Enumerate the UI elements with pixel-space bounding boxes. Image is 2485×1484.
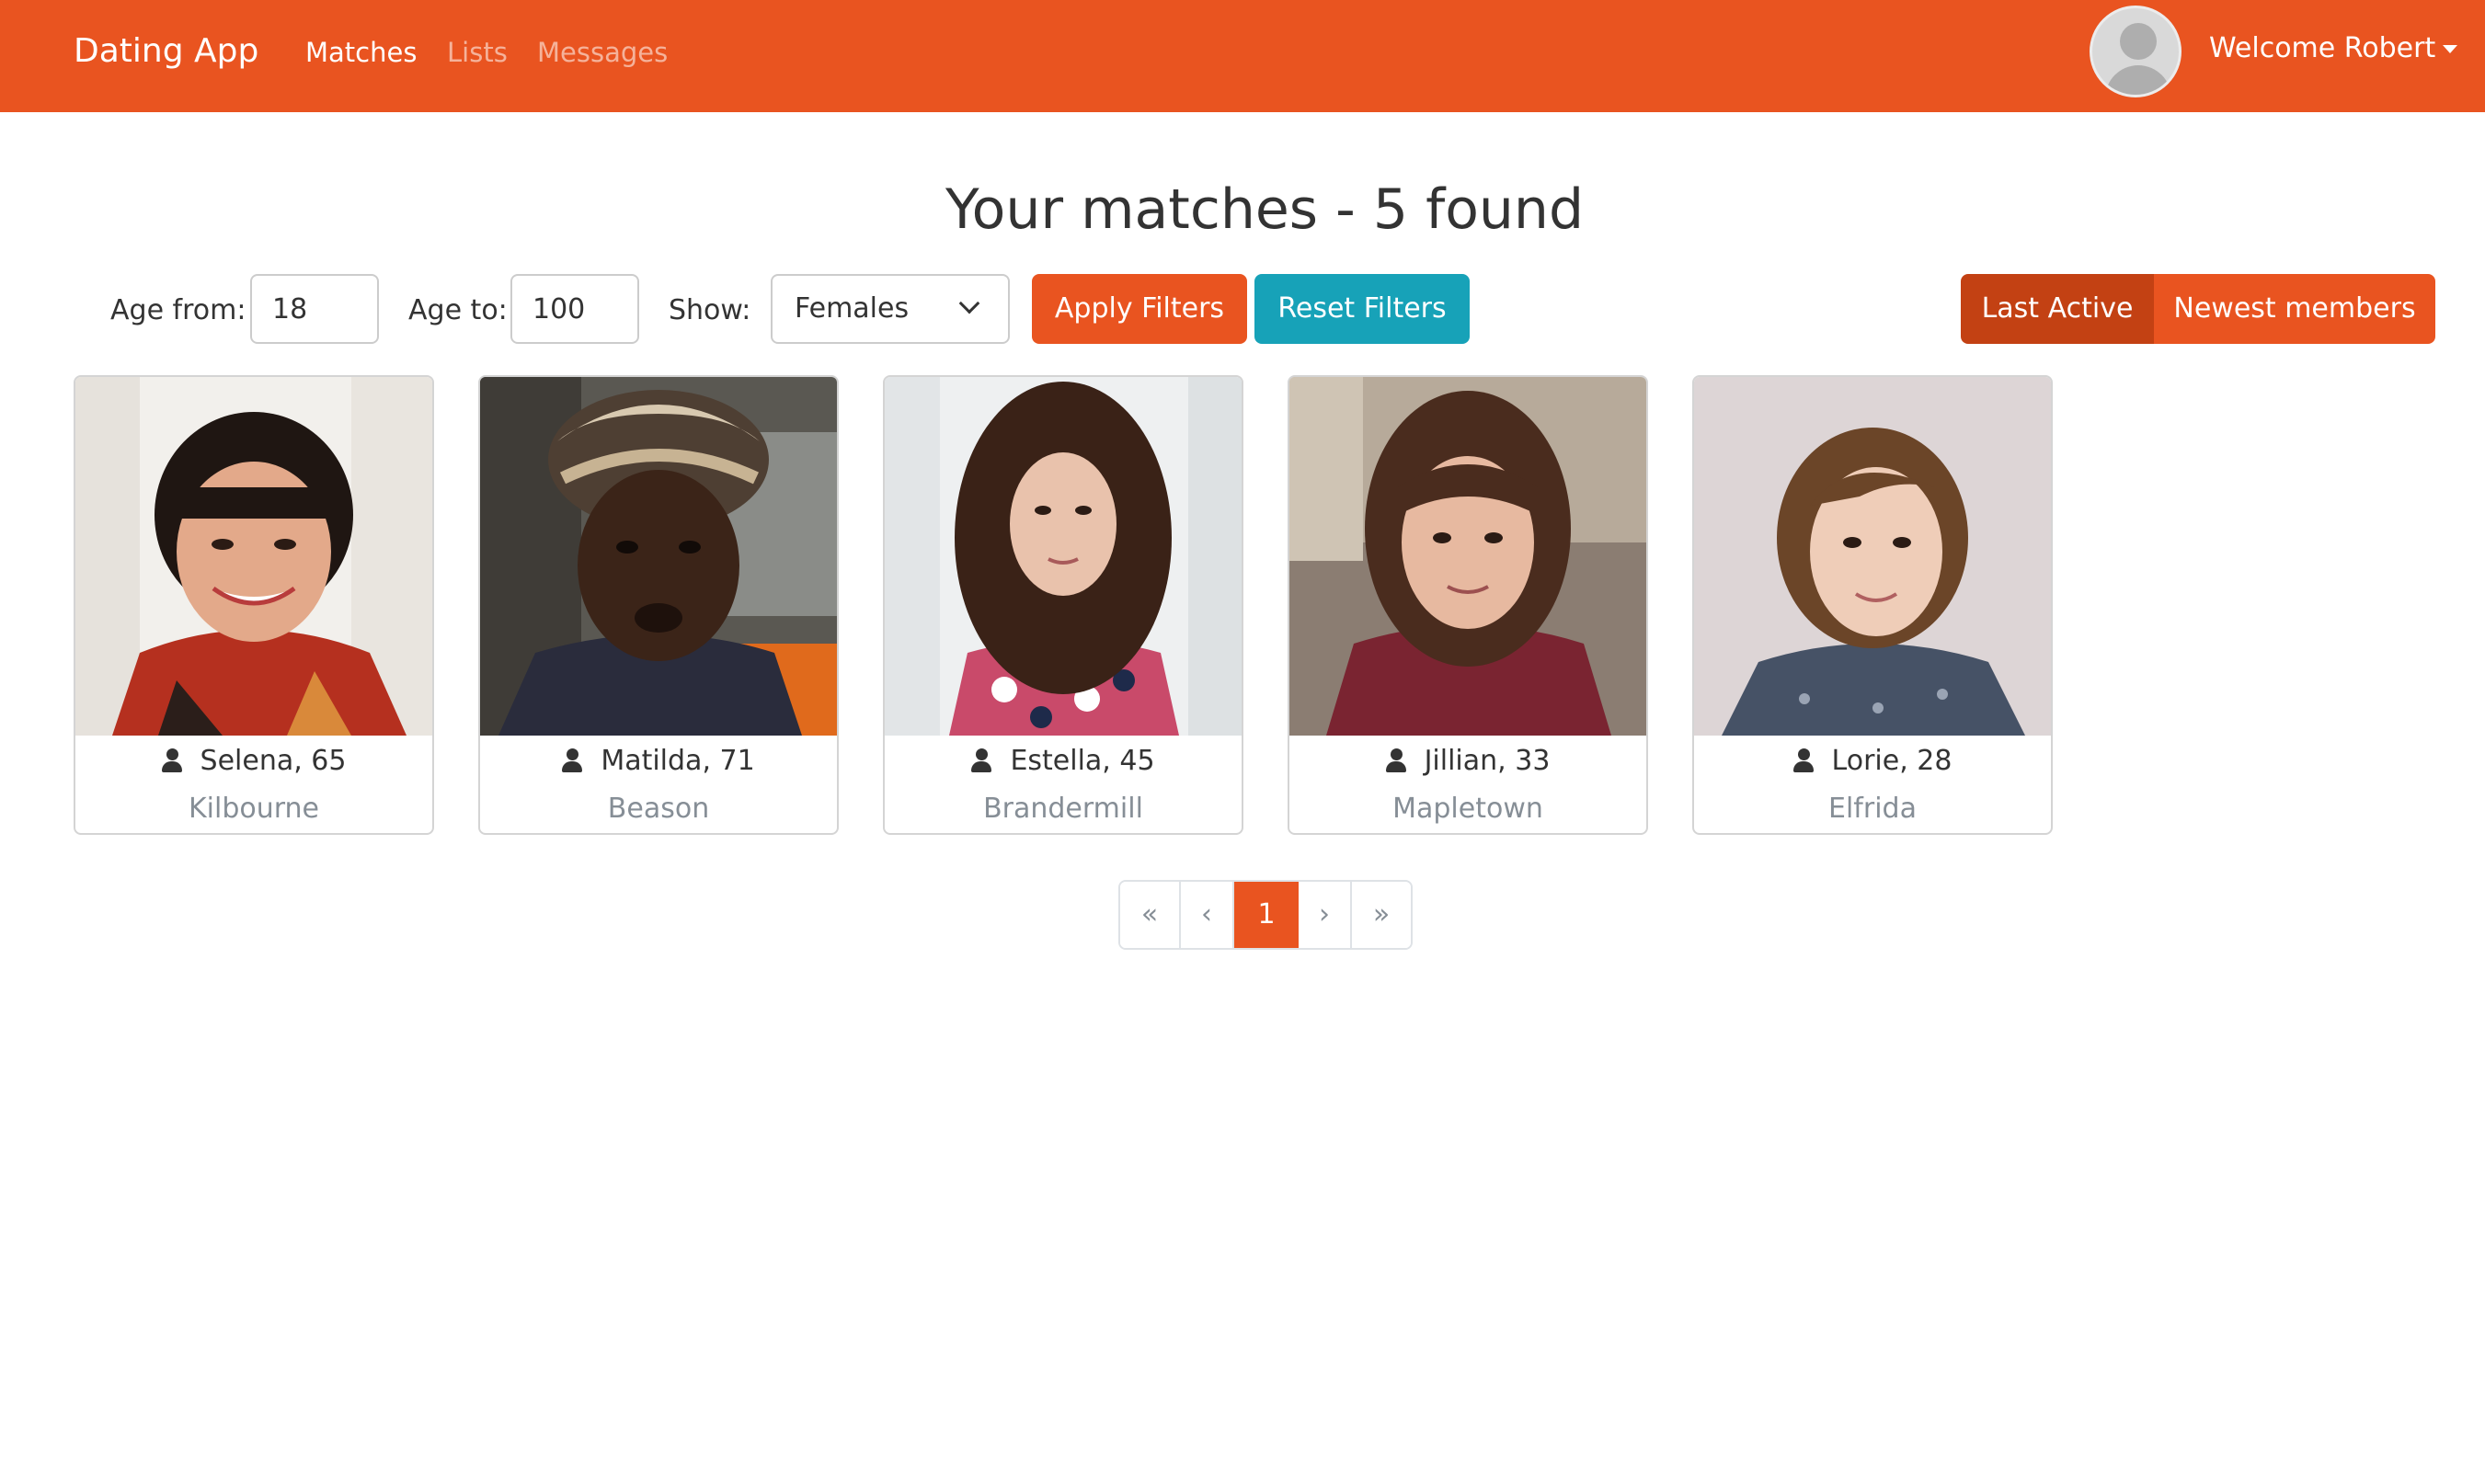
sort-newest-members-button[interactable]: Newest members (2154, 274, 2435, 344)
pagination-prev-button[interactable]: ‹ (1181, 882, 1234, 948)
brand-link[interactable]: Dating App (74, 26, 258, 77)
navbar: Dating App Matches Lists Messages Welcom… (0, 0, 2485, 112)
member-photo[interactable] (75, 377, 432, 736)
welcome-text: Welcome Robert (2209, 32, 2436, 64)
member-photo[interactable] (885, 377, 1242, 736)
pagination-page-1[interactable]: 1 (1234, 882, 1299, 948)
member-city: Mapletown (1392, 793, 1543, 825)
user-avatar-icon[interactable] (2090, 6, 2182, 97)
member-name: Lorie, 28 (1694, 741, 2051, 782)
show-label: Show: (669, 294, 751, 326)
member-name: Matilda, 71 (480, 741, 837, 782)
reset-filters-button[interactable]: Reset Filters (1254, 274, 1470, 344)
member-name: Estella, 45 (885, 741, 1242, 782)
user-icon (1792, 748, 1814, 772)
user-dropdown-toggle[interactable]: Welcome Robert (2209, 29, 2458, 68)
member-city: Elfrida (1828, 793, 1917, 825)
pagination-first-button[interactable]: « (1120, 882, 1181, 948)
nav-lists[interactable]: Lists (447, 33, 508, 72)
apply-filters-button[interactable]: Apply Filters (1032, 274, 1247, 344)
pagination-next-button[interactable]: › (1299, 882, 1352, 948)
page-title: Your matches - 5 found (945, 177, 1585, 242)
member-card[interactable]: Lorie, 28 Elfrida (1692, 375, 2053, 835)
member-name: Selena, 65 (75, 741, 432, 782)
user-icon (1385, 748, 1406, 772)
member-card[interactable]: Selena, 65 Kilbourne (74, 375, 434, 835)
age-from-label: Age from: (110, 294, 246, 326)
user-icon (562, 748, 583, 772)
gender-select-value: Females (795, 292, 910, 325)
nav-matches[interactable]: Matches (305, 33, 417, 72)
sort-last-active-button[interactable]: Last Active (1961, 274, 2154, 344)
sort-button-group: Last Active Newest members (1961, 274, 2435, 344)
pagination: « ‹ 1 › » (1118, 880, 1413, 950)
user-icon (161, 748, 182, 772)
member-photo[interactable] (1694, 377, 2051, 736)
member-name: Jillian, 33 (1289, 741, 1646, 782)
member-card[interactable]: Matilda, 71 Beason (478, 375, 839, 835)
member-photo[interactable] (1289, 377, 1646, 736)
member-card[interactable]: Jillian, 33 Mapletown (1288, 375, 1648, 835)
age-to-input[interactable] (510, 274, 639, 344)
age-to-label: Age to: (408, 294, 508, 326)
chevron-down-icon (958, 292, 980, 314)
caret-down-icon (2443, 45, 2458, 53)
member-photo[interactable] (480, 377, 837, 736)
member-card[interactable]: Estella, 45 Brandermill (883, 375, 1243, 835)
age-from-input[interactable] (250, 274, 379, 344)
member-city: Kilbourne (188, 793, 320, 825)
pagination-last-button[interactable]: » (1352, 882, 1411, 948)
member-city: Brandermill (983, 793, 1143, 825)
nav-messages[interactable]: Messages (537, 33, 668, 72)
member-city: Beason (607, 793, 710, 825)
user-icon (971, 748, 992, 772)
gender-select[interactable]: Females (771, 274, 1010, 344)
